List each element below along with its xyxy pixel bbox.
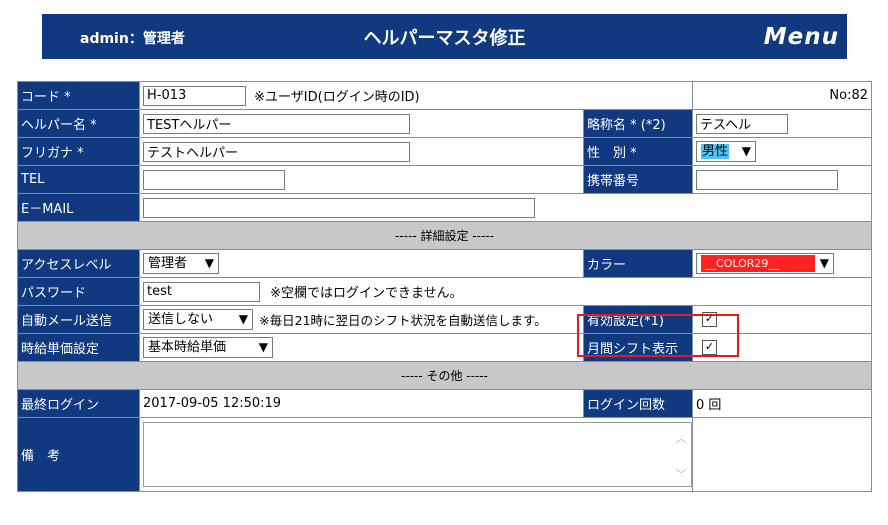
last-login-label: 最終ログイン [17,389,140,418]
page-header: admin：管理者 ヘルパーマスタ修正 Menu [42,14,847,59]
tel-input[interactable] [143,169,285,190]
login-count-label: ログイン回数 [582,389,694,418]
valid-setting-label: 有効設定(*1) [582,305,694,334]
remarks-textarea[interactable] [143,422,692,487]
color-select[interactable]: __COLOR29__ ▼ [696,253,835,274]
furigana-input[interactable] [143,141,410,162]
remarks-label: 備 考 [17,417,140,492]
password-label: パスワード [17,277,140,306]
short-name-input[interactable] [696,113,789,134]
password-note: ※空欄ではログインできません。 [270,286,463,301]
hourly-rate-select[interactable]: 基本時給単価 ▼ [143,337,273,358]
row-auto-mail: 自動メール送信 送信しない ▼ ※毎日21時に翌日のシフト状況を自動送信します。… [17,305,873,334]
auto-mail-label: 自動メール送信 [17,305,140,334]
row-section-other: ----- その他 ----- [16,361,873,390]
gender-value: 男性 [701,144,730,159]
row-furigana: フリガナ * 性 別 * 男性 ▼ [17,137,873,166]
row-helper-name: ヘルパー名 * 略称名 * (*2) [17,109,873,138]
gender-label: 性 別 * [582,137,694,166]
auto-mail-value: 送信しない [148,312,214,327]
code-note: ※ユーザID(ログイン時のID) [254,90,420,105]
scroll-up-icon[interactable]: ︿ [676,430,686,445]
row-password: パスワード ※空欄ではログインできません。 [17,277,873,306]
valid-setting-checkbox[interactable]: ✓ [702,312,718,327]
monthly-shift-label: 月間シフト表示 [582,333,694,362]
auto-mail-note: ※毎日21時に翌日のシフト状況を自動送信します。 [259,313,547,328]
auto-mail-select[interactable]: 送信しない ▼ [143,309,253,330]
color-label: カラー [582,249,694,278]
password-input[interactable] [143,281,260,302]
scroll-down-icon[interactable]: ﹀ [676,466,686,481]
row-hourly-rate: 時給単価設定 基本時給単価 ▼ 月間シフト表示 ✓ [17,333,873,362]
row-tel: TEL 携帯番号 [17,165,873,194]
row-remarks: 備 考 ︿ ﹀ [17,417,873,492]
gender-select[interactable]: 男性 ▼ [696,141,757,162]
code-input[interactable] [143,85,246,106]
email-label: E－MAIL [17,193,140,222]
section-other-header: ----- その他 ----- [16,361,873,390]
page-title: ヘルパーマスタ修正 [363,28,526,49]
mobile-label: 携帯番号 [582,165,694,194]
furigana-label: フリガナ * [17,137,140,166]
login-count-value: 0 回 [692,389,873,418]
row-code: コード * ※ユーザID(ログイン時のID) No:82 [17,81,873,110]
helper-form: コード * ※ユーザID(ログイン時のID) No:82 ヘルパー名 * 略称名… [16,81,873,492]
row-section-detail: ----- 詳細設定 ----- [16,221,873,250]
section-detail-header: ----- 詳細設定 ----- [16,221,873,250]
hourly-rate-label: 時給単価設定 [17,333,140,362]
tel-label: TEL [17,165,140,194]
email-input[interactable] [143,197,535,218]
mobile-input[interactable] [696,169,839,190]
access-level-value: 管理者 [148,256,188,271]
row-email: E－MAIL [17,193,873,222]
chevron-down-icon: ▼ [819,256,830,270]
chevron-down-icon: ▼ [258,340,268,354]
monthly-shift-checkbox[interactable]: ✓ [702,340,718,355]
last-login-value: 2017-09-05 12:50:19 [139,389,584,418]
row-last-login: 最終ログイン 2017-09-05 12:50:19 ログイン回数 0 回 [17,389,873,418]
hourly-rate-value: 基本時給単価 [148,340,227,355]
chevron-down-icon: ▼ [741,144,752,158]
row-access: アクセスレベル 管理者 ▼ カラー __COLOR29__ ▼ [17,249,873,278]
helper-name-input[interactable] [143,113,410,134]
helper-name-label: ヘルパー名 * [17,109,140,138]
access-level-label: アクセスレベル [17,249,140,278]
record-number: No:82 [692,81,873,110]
short-name-label: 略称名 * (*2) [582,109,694,138]
chevron-down-icon: ▼ [204,256,214,270]
code-label: コード * [17,81,140,110]
color-value: __COLOR29__ [701,255,816,272]
menu-button[interactable]: Menu [764,24,839,50]
access-level-select[interactable]: 管理者 ▼ [143,253,219,274]
chevron-down-icon: ▼ [238,312,248,326]
